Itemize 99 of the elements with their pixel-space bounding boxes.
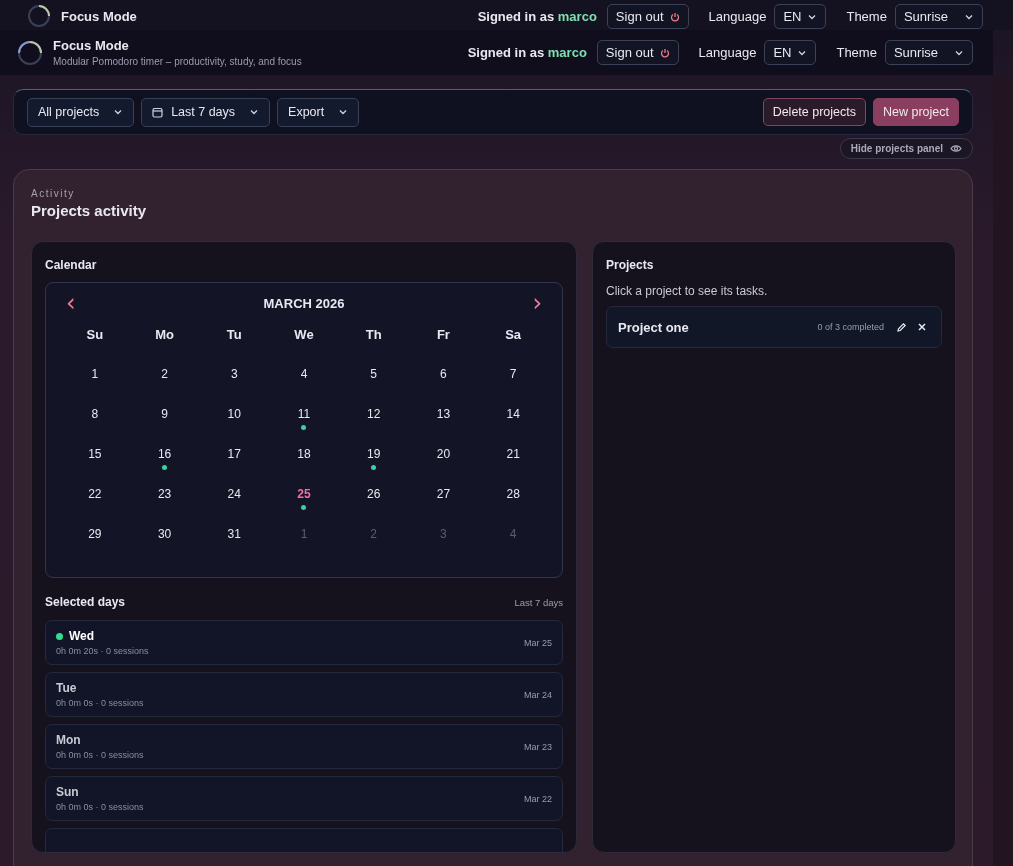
filter-select[interactable]: Export — [277, 97, 360, 127]
hide-panel-button[interactable]: Hide projects panel — [839, 138, 973, 159]
project-item[interactable]: Project one 0 of 3 completed — [606, 306, 942, 348]
projects-hint: Click a project to see its tasks. — [606, 284, 769, 298]
day-number[interactable]: 30 — [157, 527, 172, 541]
day-number[interactable]: 11 — [297, 407, 311, 421]
chevron-down-icon — [113, 107, 124, 117]
panel-heading: Calendar — [45, 258, 98, 272]
app-subtitle: Modular Pomodoro timer – productivity, study, and focus — [53, 56, 302, 67]
day-name: Tue — [56, 681, 77, 695]
day-number[interactable]: 13 — [436, 407, 451, 421]
day-number[interactable]: 21 — [506, 447, 520, 461]
ring-logo-icon — [27, 4, 51, 28]
chevron-down-icon — [249, 107, 260, 117]
day-summary: 0h 0m 0s · 0 sessions — [56, 802, 144, 812]
signed-in-label: Signed in as marco — [477, 9, 597, 24]
filter-select[interactable]: Last 7 days — [141, 97, 271, 127]
day-summary: 0h 0m 0s · 0 sessions — [56, 698, 144, 708]
previous-month-button[interactable]: ‹ — [62, 293, 80, 313]
panel-heading: Projects — [606, 258, 655, 272]
power-icon — [659, 47, 670, 58]
day-number[interactable]: 9 — [161, 407, 168, 421]
day-number[interactable]: 19 — [367, 447, 381, 461]
weekday-label: We — [293, 327, 315, 344]
signed-in-label: Signed in as marco — [467, 45, 587, 60]
day-name: Sun — [56, 785, 79, 799]
day-number[interactable]: 23 — [157, 487, 172, 501]
app-title: Focus Mode — [61, 8, 137, 24]
day-date: Mar 24 — [524, 689, 552, 700]
language-label: Language — [698, 45, 757, 60]
theme-label: Theme — [836, 45, 877, 60]
day-summary: 0h 0m 0s · 0 sessions — [56, 750, 144, 760]
day-number[interactable]: 25 — [297, 487, 311, 501]
app-title: Focus Mode — [53, 38, 130, 53]
day-number[interactable]: 8 — [91, 407, 99, 421]
panel-heading: Selected days — [45, 595, 126, 609]
weekday-label: Th — [364, 327, 383, 344]
day-summary-item[interactable]: Mon 0h 0m 0s · 0 sessions Mar 23 — [45, 724, 563, 769]
theme-select[interactable]: Sunrise — [884, 40, 973, 65]
day-number[interactable]: 18 — [297, 447, 311, 461]
day-number[interactable]: 12 — [367, 407, 381, 421]
eye-icon — [950, 144, 962, 153]
day-number[interactable]: 14 — [506, 407, 520, 421]
day-number[interactable]: 10 — [227, 407, 241, 421]
day-number[interactable]: 22 — [88, 487, 102, 501]
day-summary-item[interactable]: Sun 0h 0m 0s · 0 sessions Mar 22 — [45, 776, 563, 821]
day-number[interactable]: 16 — [157, 447, 172, 461]
sign-out-button[interactable]: Sign out — [596, 40, 679, 65]
day-number[interactable]: 7 — [509, 367, 517, 381]
weekday-label: Mo — [154, 327, 175, 344]
delete-projects-button[interactable]: Delete projects — [762, 98, 866, 126]
day-number[interactable]: 26 — [367, 487, 381, 501]
day-date: Mar 22 — [524, 793, 552, 804]
day-number[interactable]: 28 — [506, 487, 520, 501]
weekday-label: Sa — [504, 327, 523, 344]
day-name: Wed — [69, 629, 95, 643]
calendar-icon — [152, 106, 164, 118]
day-summary-item[interactable]: Wed 0h 0m 20s · 0 sessions Mar 25 — [45, 620, 563, 665]
day-number[interactable]: 17 — [227, 447, 241, 461]
project-name: Project one — [618, 319, 689, 335]
day-number[interactable]: 2 — [161, 367, 168, 381]
day-number[interactable]: 27 — [436, 487, 451, 501]
day-number[interactable]: 1 — [91, 367, 99, 381]
edit-icon[interactable] — [896, 321, 907, 333]
day-date: Mar 23 — [524, 741, 552, 752]
language-select[interactable]: EN — [764, 40, 817, 65]
day-summary-item[interactable]: Tue 0h 0m 0s · 0 sessions Mar 24 — [45, 672, 563, 717]
new-project-button[interactable]: New project — [873, 98, 959, 126]
filter-select[interactable]: All projects — [27, 97, 135, 127]
language-select[interactable]: EN — [774, 4, 827, 29]
day-date: Mar 25 — [524, 637, 552, 648]
section-eyebrow: Activity — [31, 188, 76, 199]
range-label: Last 7 days — [514, 596, 563, 608]
day-number[interactable]: 29 — [88, 527, 102, 541]
theme-label: Theme — [846, 9, 887, 24]
chevron-down-icon — [338, 107, 349, 117]
day-number[interactable]: 20 — [436, 447, 451, 461]
close-icon[interactable] — [917, 322, 927, 332]
sign-out-button[interactable]: Sign out — [606, 4, 689, 29]
theme-select[interactable]: Sunrise — [894, 4, 983, 29]
power-icon — [669, 11, 680, 22]
ring-logo-icon — [17, 39, 43, 66]
section-title: Projects activity — [31, 202, 148, 219]
day-number[interactable]: 3 — [230, 367, 238, 381]
month-label: MARCH 2026 — [263, 295, 345, 311]
day-number[interactable]: 15 — [88, 447, 102, 461]
day-summary: 0h 0m 20s · 0 sessions — [56, 646, 149, 656]
day-number[interactable]: 6 — [440, 367, 447, 381]
completed-tasks-text: 0 of 3 completed — [817, 322, 884, 332]
day-name: Mon — [56, 733, 81, 747]
day-number[interactable]: 24 — [227, 487, 241, 501]
weekday-label: Fr — [435, 327, 451, 344]
day-number[interactable]: 5 — [370, 367, 378, 381]
day-number[interactable]: 4 — [300, 367, 308, 381]
day-number[interactable]: 31 — [227, 527, 241, 541]
language-label: Language — [708, 9, 767, 24]
next-month-button[interactable]: › — [528, 293, 546, 313]
weekday-label: Su — [85, 327, 105, 344]
weekday-label: Tu — [225, 327, 243, 344]
